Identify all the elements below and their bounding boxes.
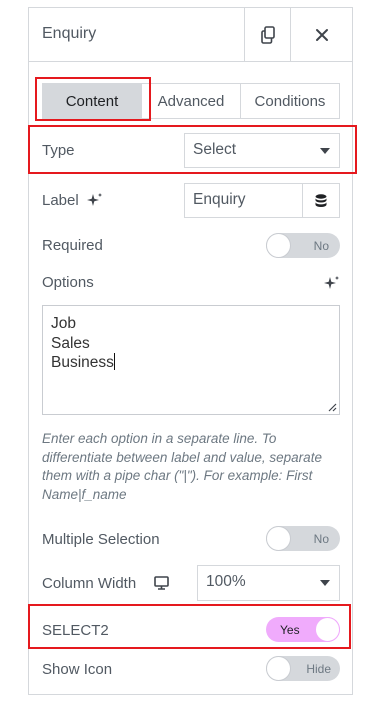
highlight-box-select2-row	[28, 604, 351, 649]
label-field-label: Label	[42, 192, 103, 209]
panel-header: Enquiry	[29, 8, 352, 62]
dynamic-tags-button[interactable]	[302, 184, 339, 217]
show-icon-toggle-text: Hide	[306, 662, 331, 676]
options-textarea[interactable]: Job Sales Business	[42, 305, 340, 415]
column-width-value: 100%	[206, 573, 246, 590]
toggle-knob	[266, 233, 291, 258]
show-icon-toggle[interactable]: Hide	[266, 656, 340, 681]
close-button[interactable]	[290, 8, 353, 61]
highlight-box-type-row	[28, 125, 357, 174]
tab-conditions[interactable]: Conditions	[240, 84, 339, 118]
chevron-down-icon	[320, 580, 330, 586]
tab-advanced[interactable]: Advanced	[141, 84, 240, 118]
required-toggle-text: No	[313, 239, 329, 253]
label-input-value: Enquiry	[193, 191, 246, 208]
copy-button[interactable]	[244, 8, 291, 61]
ai-sparkle-icon[interactable]	[86, 192, 103, 208]
label-field-label-text: Label	[42, 192, 79, 209]
toggle-knob	[266, 656, 291, 681]
option-line: Business	[51, 354, 114, 371]
multiple-selection-toggle[interactable]: No	[266, 526, 340, 551]
highlight-box-content-tab	[35, 77, 151, 121]
panel-title: Enquiry	[42, 25, 97, 42]
desktop-icon[interactable]	[154, 576, 170, 590]
multiple-selection-toggle-text: No	[313, 532, 329, 546]
option-line: Sales	[51, 334, 90, 352]
text-cursor	[113, 353, 115, 370]
resize-handle-icon[interactable]	[328, 403, 337, 412]
options-help-text: Enter each option in a separate line. To…	[42, 431, 322, 502]
column-width-select[interactable]: 100%	[197, 565, 340, 601]
show-icon-label: Show Icon	[42, 661, 113, 678]
copy-icon	[261, 25, 275, 44]
column-width-label-text: Column Width	[42, 575, 137, 592]
ai-sparkle-icon[interactable]	[324, 275, 340, 291]
multiple-selection-label: Multiple Selection	[42, 531, 160, 548]
database-icon	[315, 193, 327, 207]
close-icon	[316, 28, 328, 41]
label-input[interactable]: Enquiry	[184, 183, 340, 218]
options-label: Options	[42, 274, 94, 291]
required-toggle[interactable]: No	[266, 233, 340, 258]
option-line: Job	[51, 315, 76, 332]
column-width-label: Column Width	[42, 575, 170, 592]
required-label: Required	[42, 237, 103, 254]
toggle-knob	[266, 526, 291, 551]
